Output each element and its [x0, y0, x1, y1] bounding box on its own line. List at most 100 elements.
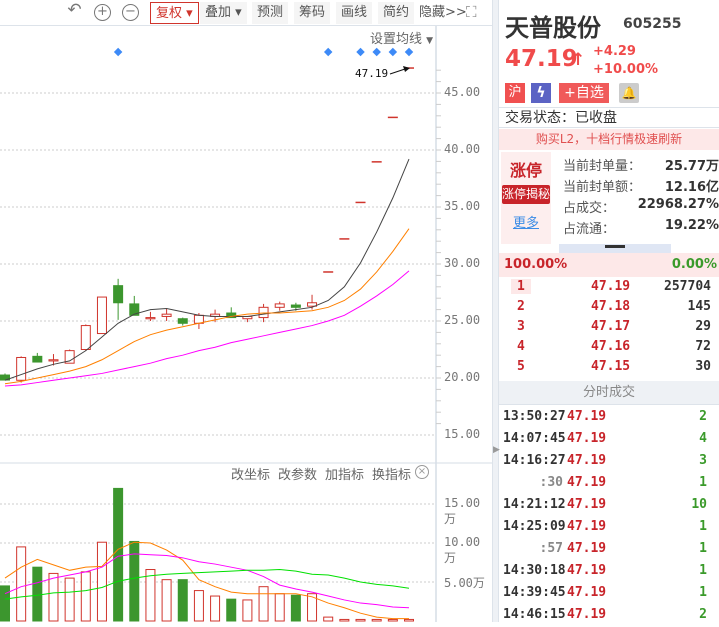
volume-bar	[387, 618, 398, 622]
tick-price: 47.19	[567, 607, 607, 622]
volume-bar	[323, 616, 334, 622]
restore-rights-label: 复权	[156, 6, 183, 21]
limit-stat-row: 占流通： 19.22%	[563, 218, 719, 238]
change-params-button[interactable]: 改参数	[278, 464, 317, 483]
tick-trades-header: 分时成交	[499, 381, 719, 405]
overlay-label: 叠加	[205, 5, 232, 20]
volume-tick-label: 10.00万	[444, 535, 481, 565]
limit-stat-label: 当前封单量：	[563, 159, 642, 174]
volume-bar	[48, 572, 59, 622]
bid-price: 47.19	[591, 279, 631, 294]
price-tick-label: 25.00	[444, 313, 481, 327]
tick-time: 14:46:15	[503, 607, 566, 622]
ma-line-ma20	[4, 270, 410, 387]
candle	[113, 278, 124, 320]
chips-button[interactable]: 筹码	[294, 2, 331, 24]
tick-time: :57	[539, 541, 563, 556]
change-axis-button[interactable]: 改坐标	[231, 464, 270, 483]
volume-bar	[290, 594, 301, 622]
tick-price: 47.19	[567, 497, 607, 512]
overlay-button[interactable]: 叠加 ▾	[200, 2, 247, 24]
signal-diamond-icon	[113, 47, 123, 57]
tick-row: 14:21:12 47.19 10	[499, 495, 719, 517]
volume-tick-label: 5.00万	[444, 576, 485, 590]
tick-volume: 1	[699, 519, 707, 534]
bell-icon[interactable]: 🔔	[619, 83, 639, 103]
bid-volume: 30	[695, 359, 711, 374]
volume-bar	[226, 598, 237, 622]
signal-diamond-icon	[356, 47, 365, 57]
signal-diamond-icon	[323, 47, 333, 57]
volume-bar	[32, 566, 43, 622]
close-indicator-icon[interactable]: ×	[415, 465, 429, 479]
signal-diamond-icon	[388, 47, 398, 57]
stock-name: 天普股份	[505, 14, 601, 42]
trade-status: 交易状态：已收盘	[499, 107, 719, 128]
volume-bar	[339, 618, 350, 622]
lightning-icon[interactable]: ϟ	[531, 83, 551, 103]
volume-bar	[371, 618, 382, 622]
panel-splitter[interactable]: ▶	[492, 0, 500, 622]
price-tick-label: 20.00	[444, 370, 481, 384]
tick-row: 14:07:45 47.19 4	[499, 429, 719, 451]
forecast-button[interactable]: 预测	[252, 2, 289, 24]
ma-line-ma5	[4, 158, 410, 381]
limit-stat-value: 25.77万	[664, 159, 719, 174]
signal-diamond-icon	[372, 47, 381, 57]
volume-bar	[242, 599, 253, 622]
tick-volume: 10	[691, 497, 707, 512]
tick-volume: 2	[699, 607, 707, 622]
zoom-out-icon[interactable]: −	[122, 4, 139, 21]
candle	[161, 308, 172, 321]
volume-bar	[96, 541, 107, 622]
tick-time: 14:39:45	[503, 585, 566, 600]
sell-ratio: 0.00%	[671, 257, 717, 272]
limit-stat-label: 占流通：	[563, 222, 616, 237]
volume-bar	[274, 593, 285, 622]
candle	[145, 311, 156, 321]
zoom-in-icon[interactable]: +	[94, 4, 111, 21]
add-watchlist-button[interactable]: +自选	[559, 83, 609, 103]
bid-row: 3 47.17 29	[499, 317, 719, 337]
more-link[interactable]: 更多	[501, 212, 551, 231]
volume-bar	[177, 579, 188, 622]
switch-indicator-button[interactable]: 换指标	[372, 464, 411, 483]
price-tick-label: 45.00	[444, 85, 481, 99]
limit-up-title: 涨停	[509, 161, 542, 180]
collapse-toggle[interactable]	[559, 244, 671, 253]
bid-volume: 29	[695, 319, 711, 334]
volume-bar	[64, 577, 75, 622]
bid-price: 47.18	[591, 299, 631, 314]
bid-price: 47.16	[591, 339, 631, 354]
tick-row: 14:46:15 47.19 2	[499, 605, 719, 627]
tick-volume: 1	[699, 563, 707, 578]
add-indicator-button[interactable]: 加指标	[325, 464, 364, 483]
l2-promo-link[interactable]: 购买L2，十档行情极速刷新	[499, 129, 719, 150]
limit-up-secret-button[interactable]: 涨停揭秘	[502, 185, 550, 204]
tick-time: 14:30:18	[503, 563, 566, 578]
tick-time: 14:25:09	[503, 519, 566, 534]
simple-button[interactable]: 简约	[378, 2, 415, 24]
tick-price: 47.19	[567, 563, 607, 578]
candle	[129, 295, 140, 316]
limit-stat-value: 12.16亿	[664, 180, 719, 195]
hide-button[interactable]: 隐藏>>	[414, 2, 472, 24]
restore-rights-button[interactable]: 复权 ▾	[150, 2, 199, 24]
up-arrow-icon: ↑	[571, 50, 586, 70]
buy-sell-ratio: 100.00% 0.00%	[499, 253, 719, 277]
signal-diamond-icon	[404, 47, 414, 57]
volume-bar	[193, 590, 204, 622]
kline-chart[interactable]	[0, 26, 492, 622]
price-tick-label: 35.00	[444, 199, 481, 213]
bid-level: 3	[517, 319, 525, 334]
fullscreen-icon[interactable]: ⛶	[466, 3, 477, 21]
draw-line-button[interactable]: 画线	[336, 2, 373, 24]
volume-bar	[210, 595, 221, 622]
tick-price: 47.19	[567, 519, 607, 534]
bid-level: 4	[517, 339, 525, 354]
limit-stat-label: 占成交：	[563, 201, 616, 216]
bid-volume: 145	[687, 299, 711, 314]
undo-icon[interactable]: ↶	[66, 2, 83, 21]
tick-row: :30 47.19 1	[499, 473, 719, 495]
tick-price: 47.19	[567, 541, 607, 556]
